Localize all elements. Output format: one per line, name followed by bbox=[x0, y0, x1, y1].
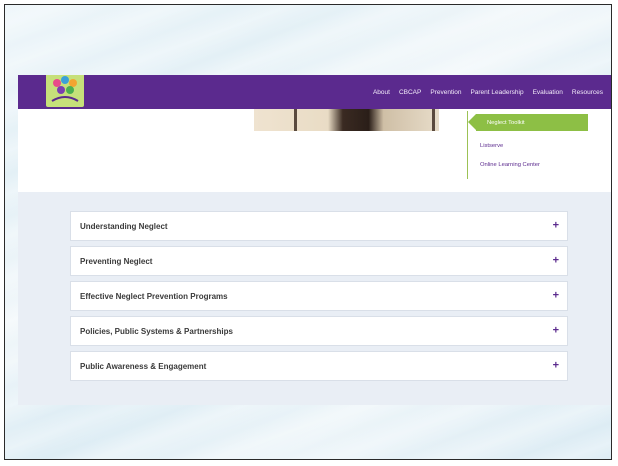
nav-cbcap[interactable]: CBCAP bbox=[399, 89, 421, 96]
dropdown-item-online-learning-center[interactable]: Online Learning Center bbox=[480, 162, 540, 168]
hero-image bbox=[254, 109, 439, 131]
expand-icon[interactable]: + bbox=[553, 255, 559, 267]
expand-icon[interactable]: + bbox=[553, 290, 559, 302]
main-menu: About CBCAP Prevention Parent Leadership… bbox=[373, 75, 603, 109]
site-logo[interactable] bbox=[46, 75, 84, 107]
logo-icon bbox=[51, 76, 79, 102]
accordion-title: Preventing Neglect bbox=[80, 256, 153, 266]
nav-about[interactable]: About bbox=[373, 89, 390, 96]
dropdown-item-neglect-toolkit[interactable]: Neglect Toolkit bbox=[468, 114, 588, 131]
resources-dropdown: Neglect Toolkit Listserve Online Learnin… bbox=[467, 111, 588, 179]
website: About CBCAP Prevention Parent Leadership… bbox=[18, 75, 611, 405]
expand-icon[interactable]: + bbox=[553, 325, 559, 337]
nav-evaluation[interactable]: Evaluation bbox=[533, 89, 563, 96]
accordion-item-policies[interactable]: Policies, Public Systems & Partnerships … bbox=[70, 316, 568, 346]
expand-icon[interactable]: + bbox=[553, 220, 559, 232]
accordion-item-preventing-neglect[interactable]: Preventing Neglect + bbox=[70, 246, 568, 276]
accordion-title: Effective Neglect Prevention Programs bbox=[80, 291, 228, 301]
accordion-item-effective-programs[interactable]: Effective Neglect Prevention Programs + bbox=[70, 281, 568, 311]
top-navbar: About CBCAP Prevention Parent Leadership… bbox=[18, 75, 611, 109]
accordion-title: Public Awareness & Engagement bbox=[80, 361, 207, 371]
accordion: Understanding Neglect + Preventing Negle… bbox=[70, 211, 568, 386]
nav-parent-leadership[interactable]: Parent Leadership bbox=[470, 89, 523, 96]
slide-frame: About CBCAP Prevention Parent Leadership… bbox=[4, 4, 612, 460]
nav-resources[interactable]: Resources bbox=[572, 89, 603, 96]
accordion-item-public-awareness[interactable]: Public Awareness & Engagement + bbox=[70, 351, 568, 381]
content-area: Understanding Neglect + Preventing Negle… bbox=[18, 192, 611, 405]
accordion-item-understanding-neglect[interactable]: Understanding Neglect + bbox=[70, 211, 568, 241]
accordion-title: Policies, Public Systems & Partnerships bbox=[80, 326, 233, 336]
expand-icon[interactable]: + bbox=[553, 360, 559, 372]
accordion-title: Understanding Neglect bbox=[80, 221, 168, 231]
dropdown-item-listserve[interactable]: Listserve bbox=[480, 143, 503, 149]
nav-prevention[interactable]: Prevention bbox=[430, 89, 461, 96]
